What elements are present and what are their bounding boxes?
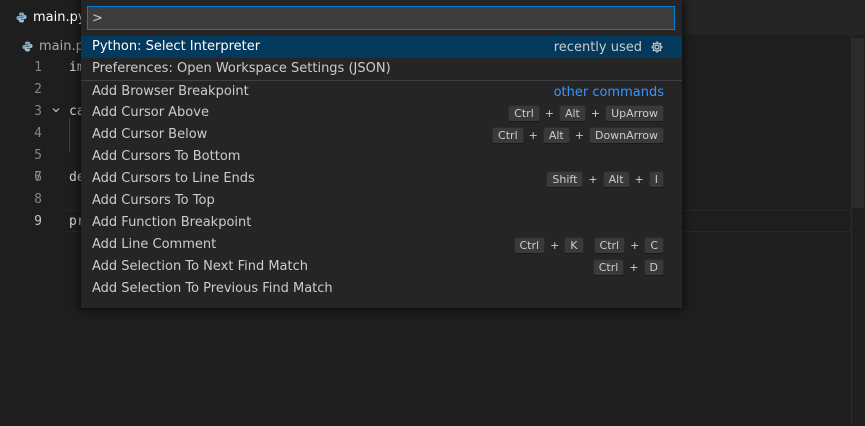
- python-file-icon: [16, 12, 27, 23]
- command-meta: recently used: [554, 36, 664, 58]
- line-number: 2: [34, 82, 42, 97]
- keybinding: Shift + Alt + I: [546, 168, 664, 190]
- key-label: C: [644, 236, 664, 254]
- key-separator: +: [588, 172, 598, 186]
- key-label: D: [643, 258, 664, 276]
- tab-main-py[interactable]: main.py: [0, 0, 92, 35]
- line-number: 5: [34, 148, 42, 163]
- command-item-add-line-comment[interactable]: Add Line Comment Ctrl + K Ctrl + C: [81, 234, 682, 256]
- key-separator: +: [574, 128, 584, 142]
- command-label: Add Function Breakpoint: [92, 215, 252, 230]
- command-item-select-interpreter[interactable]: Python: Select Interpreter recently used: [81, 36, 682, 58]
- command-label: Preferences: Open Workspace Settings (JS…: [92, 61, 391, 76]
- command-label: Add Selection To Next Find Match: [92, 259, 309, 274]
- command-label: Add Cursors To Top: [92, 193, 215, 208]
- command-item-add-function-breakpoint[interactable]: Add Function Breakpoint: [81, 212, 682, 234]
- keybinding: Ctrl + Alt + UpArrow: [508, 102, 664, 124]
- command-item-add-browser-breakpoint[interactable]: Add Browser Breakpoint other commands: [81, 80, 682, 102]
- keybinding: Ctrl + K Ctrl + C: [513, 234, 664, 256]
- command-item-add-cursors-to-line-ends[interactable]: Add Cursors to Line Ends Shift + Alt + I: [81, 168, 682, 190]
- command-item-add-selection-next-find-match[interactable]: Add Selection To Next Find Match Ctrl + …: [81, 256, 682, 278]
- recently-used-label: recently used: [553, 39, 642, 55]
- command-label: Add Cursor Below: [92, 127, 208, 142]
- keybinding: Ctrl + D: [592, 256, 664, 278]
- command-label: Add Browser Breakpoint: [92, 84, 249, 99]
- key-label: Ctrl: [492, 126, 524, 144]
- key-label: UpArrow: [605, 104, 664, 122]
- command-meta: other commands: [554, 81, 664, 103]
- line-number: 9: [34, 214, 42, 229]
- gear-icon[interactable]: [650, 40, 664, 54]
- command-input[interactable]: [88, 7, 678, 29]
- key-separator: +: [630, 238, 640, 252]
- key-separator: +: [629, 260, 639, 274]
- command-item-add-cursors-to-bottom[interactable]: Add Cursors To Bottom: [81, 146, 682, 168]
- command-item-add-cursor-above[interactable]: Add Cursor Above Ctrl + Alt + UpArrow: [81, 102, 682, 124]
- command-label: Add Cursors to Line Ends: [92, 171, 255, 186]
- key-separator: +: [550, 238, 560, 252]
- key-label: K: [564, 236, 584, 254]
- command-item-add-selection-previous-find-match[interactable]: Add Selection To Previous Find Match: [81, 278, 682, 300]
- command-label: Add Cursors To Bottom: [92, 149, 241, 164]
- command-input-box[interactable]: [87, 6, 678, 30]
- key-label: DownArrow: [588, 126, 664, 144]
- command-item-open-workspace-settings[interactable]: Preferences: Open Workspace Settings (JS…: [81, 58, 682, 80]
- key-label: Ctrl: [593, 236, 626, 254]
- command-palette: Python: Select Interpreter recently used…: [81, 0, 682, 308]
- chevron-down-icon[interactable]: [52, 106, 60, 114]
- key-label: Alt: [558, 104, 586, 122]
- line-number: 7: [34, 170, 42, 185]
- key-label: I: [648, 170, 664, 188]
- key-label: Alt: [602, 170, 630, 188]
- scrollbar-thumb[interactable]: [852, 38, 864, 208]
- key-label: Ctrl: [592, 258, 625, 276]
- key-label: Ctrl: [513, 236, 546, 254]
- key-label: Ctrl: [508, 104, 540, 122]
- key-separator: +: [634, 172, 644, 186]
- key-label: Shift: [546, 170, 584, 188]
- command-label: Python: Select Interpreter: [92, 39, 261, 54]
- key-label: Alt: [542, 126, 570, 144]
- key-separator: +: [544, 106, 554, 120]
- key-separator: +: [590, 106, 601, 120]
- command-label: Add Line Comment: [92, 237, 217, 252]
- command-label: Add Selection To Previous Find Match: [92, 281, 333, 296]
- command-item-add-cursors-to-top[interactable]: Add Cursors To Top: [81, 190, 682, 212]
- python-file-icon: [22, 41, 33, 51]
- keybinding: Ctrl + Alt + DownArrow: [492, 124, 664, 146]
- other-commands-label: other commands: [553, 84, 664, 100]
- command-item-add-cursor-below[interactable]: Add Cursor Below Ctrl + Alt + DownArrow: [81, 124, 682, 146]
- key-separator: +: [528, 128, 538, 142]
- line-number: 1: [34, 60, 42, 75]
- command-label: Add Cursor Above: [92, 105, 209, 120]
- line-number: 3: [34, 104, 42, 119]
- line-number: 8: [34, 192, 42, 207]
- line-number: 4: [34, 126, 42, 141]
- tab-label: main.py: [33, 10, 86, 25]
